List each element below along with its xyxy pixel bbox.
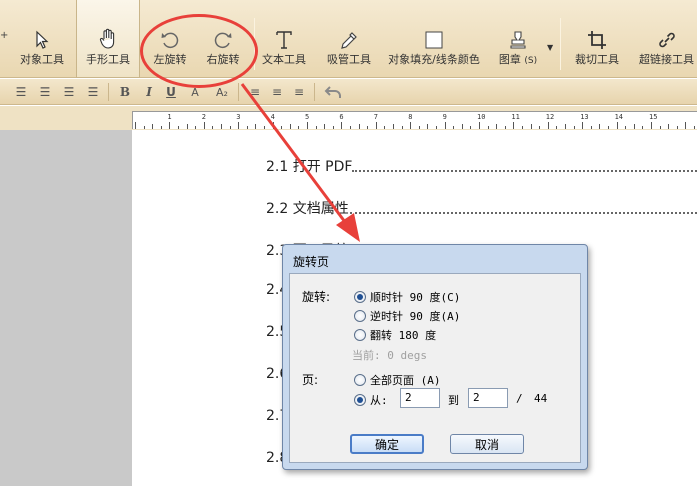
pages-label: 页: — [302, 373, 319, 387]
to-label: 到 — [448, 394, 459, 407]
cancel-button[interactable]: 取消 — [450, 434, 524, 454]
page-range-label[interactable]: 从: — [370, 392, 388, 408]
flip-180-label[interactable]: 翻转 180 度 — [370, 327, 436, 343]
clockwise-label[interactable]: 顺时针 90 度(C) — [370, 289, 460, 305]
total-pages: 44 — [534, 392, 548, 405]
from-page-field[interactable]: 2 — [400, 388, 440, 408]
ok-button[interactable]: 确定 — [350, 434, 424, 454]
to-page-field[interactable]: 2 — [468, 388, 508, 408]
page-range-radio[interactable] — [354, 394, 366, 406]
counterclockwise-radio[interactable] — [354, 310, 366, 322]
rotate-label: 旋转: — [302, 290, 331, 304]
all-pages-radio[interactable] — [354, 374, 366, 386]
current-rotation: 当前: 0 degs — [352, 349, 427, 362]
rotate-page-dialog: 旋转页 旋转: 顺时针 90 度(C) 逆时针 90 度(A) 翻转 180 度… — [282, 244, 588, 470]
clockwise-radio[interactable] — [354, 291, 366, 303]
counterclockwise-label[interactable]: 逆时针 90 度(A) — [370, 308, 460, 324]
flip-180-radio[interactable] — [354, 329, 366, 341]
page-slash: / — [516, 392, 523, 405]
dialog-title: 旋转页 — [293, 255, 330, 269]
dialog-body: 旋转: 顺时针 90 度(C) 逆时针 90 度(A) 翻转 180 度 当前:… — [289, 273, 581, 463]
all-pages-label[interactable]: 全部页面 (A) — [370, 372, 441, 388]
